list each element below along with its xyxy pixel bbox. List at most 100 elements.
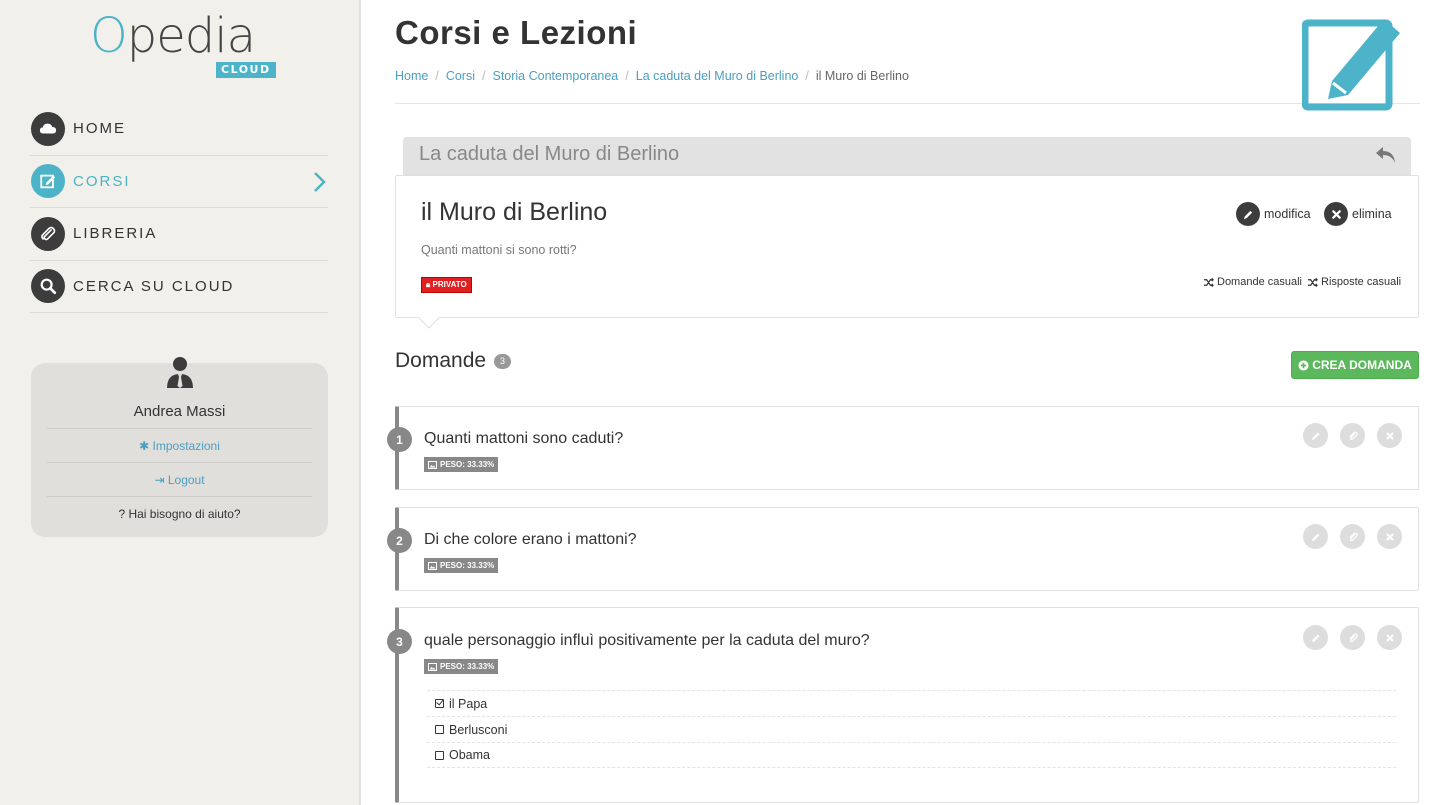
breadcrumb-separator: / [482, 69, 486, 83]
sidebar-item-label: HOME [73, 120, 126, 138]
checkbox-empty-icon [435, 725, 444, 734]
close-icon [1386, 432, 1393, 439]
sidebar-item-label: LIBRERIA [73, 225, 158, 243]
logout-link[interactable]: ⇥ Logout [47, 462, 312, 496]
weight-badge: PESO: 33.33% [424, 659, 499, 674]
image-icon [428, 662, 437, 671]
delete-question-button[interactable] [1377, 524, 1402, 549]
edit-icon [1302, 19, 1400, 111]
search-icon [31, 269, 65, 304]
question-card: 1 Quanti mattoni sono caduti? PESO: 33.3… [387, 406, 1419, 490]
delete-question-button[interactable] [1377, 423, 1402, 448]
user-name: Andrea Massi [133, 403, 226, 420]
checkbox-checked-icon [435, 699, 444, 708]
attach-question-button[interactable] [1340, 423, 1365, 448]
attach-question-button[interactable] [1340, 625, 1365, 650]
question-text: Di che colore erano i mattoni? [424, 531, 637, 548]
sidebar-item-cerca[interactable]: CERCA SU CLOUD [30, 261, 328, 313]
card-pointer [418, 317, 440, 329]
settings-link[interactable]: ✱ Impostazioni [47, 428, 312, 462]
questions-heading: Domande 3 [395, 349, 512, 373]
page-title: Corsi e Lezioni [395, 14, 638, 51]
paperclip-icon [1349, 430, 1358, 440]
weight-badge: PESO: 33.33% [424, 457, 499, 472]
breadcrumb-separator: / [805, 69, 809, 83]
question-number: 2 [387, 528, 412, 553]
paperclip-icon [1349, 531, 1358, 541]
lesson-parent-header: La caduta del Muro di Berlino [403, 137, 1411, 175]
header-divider [395, 103, 1420, 104]
question-actions [1303, 625, 1402, 650]
answer-item: Berlusconi [427, 716, 1396, 742]
pencil-icon [1311, 634, 1319, 642]
edit-question-button[interactable] [1303, 423, 1328, 448]
questions-count-badge: 3 [494, 353, 512, 369]
create-question-button[interactable]: CREA DOMANDA [1291, 351, 1419, 379]
breadcrumb-separator: / [435, 69, 439, 83]
question-text: quale personaggio influì positivamente p… [424, 632, 870, 649]
weight-badge: PESO: 33.33% [424, 558, 499, 573]
delete-question-button[interactable] [1377, 625, 1402, 650]
delete-lesson-button[interactable]: elimina [1324, 202, 1392, 226]
close-icon [1324, 202, 1348, 226]
paperclip-icon [1349, 632, 1358, 642]
question-actions [1303, 423, 1402, 448]
pencil-icon [1311, 533, 1319, 541]
edit-lesson-button[interactable]: modifica [1236, 202, 1311, 226]
random-questions-toggle[interactable]: Domande casuali [1203, 276, 1302, 288]
question-circle-icon: ? [118, 507, 126, 521]
opedia-logo[interactable]: Opedia CLOUD [90, 8, 276, 80]
breadcrumb-corsi[interactable]: Corsi [446, 69, 475, 83]
breadcrumb-unit[interactable]: La caduta del Muro di Berlino [636, 69, 799, 83]
reply-back-icon[interactable] [1375, 145, 1397, 165]
random-answers-toggle[interactable]: Risposte casuali [1307, 276, 1401, 288]
sidebar-item-label: CORSI [73, 172, 131, 190]
breadcrumb-home[interactable]: Home [395, 69, 428, 83]
pencil-icon [1311, 432, 1319, 440]
breadcrumb-course[interactable]: Storia Contemporanea [492, 69, 618, 83]
answer-item: il Papa [427, 690, 1396, 716]
logo-text: Opedia [90, 8, 256, 64]
gear-icon: ✱ [139, 439, 150, 453]
question-card: 2 Di che colore erano i mattoni? PESO: 3… [387, 507, 1419, 591]
edit-question-button[interactable] [1303, 625, 1328, 650]
question-actions [1303, 524, 1402, 549]
user-avatar-icon [167, 357, 193, 388]
question-text: Quanti mattoni sono caduti? [424, 430, 624, 447]
sidebar-item-corsi[interactable]: CORSI [30, 156, 328, 208]
logout-icon: ⇥ [154, 473, 165, 487]
lesson-title: il Muro di Berlino [421, 198, 608, 226]
sidebar-item-libreria[interactable]: LIBRERIA [30, 208, 328, 261]
shuffle-icon [1307, 277, 1318, 287]
chevron-right-icon [314, 171, 326, 192]
edit-question-button[interactable] [1303, 524, 1328, 549]
close-icon [1386, 634, 1393, 641]
paperclip-icon [31, 216, 65, 251]
privacy-badge: 🔒︎ PRIVATO [421, 277, 472, 293]
question-card: 3 quale personaggio influì positivamente… [387, 607, 1419, 803]
breadcrumb: Home / Corsi / Storia Contemporanea / La cadut… [395, 69, 909, 83]
shuffle-icon [1203, 277, 1214, 287]
plus-circle-icon [1298, 359, 1309, 371]
sidebar: Opedia CLOUD HOME CORSI LIBRERIA CERCA S… [0, 0, 361, 805]
question-number: 1 [387, 427, 412, 452]
question-number: 3 [387, 629, 412, 654]
user-panel: Andrea Massi ✱ Impostazioni ⇥ Logout ? H… [31, 357, 328, 537]
lock-icon: 🔒︎ [426, 280, 431, 289]
breadcrumb-separator: / [625, 69, 629, 83]
sidebar-item-label: CERCA SU CLOUD [73, 277, 235, 295]
answers-list: il Papa Berlusconi Obama [427, 690, 1396, 768]
lesson-description: Quanti mattoni si sono rotti? [421, 243, 577, 257]
lesson-parent-title: La caduta del Muro di Berlino [419, 143, 680, 165]
lesson-card: il Muro di Berlino Quanti mattoni si son… [395, 175, 1419, 318]
sidebar-item-home[interactable]: HOME [30, 103, 328, 156]
main-nav: HOME CORSI LIBRERIA CERCA SU CLOUD [30, 103, 328, 313]
breadcrumb-current: il Muro di Berlino [815, 69, 909, 83]
help-link[interactable]: ? Hai bisogno di aiuto? [47, 496, 312, 530]
pencil-icon [1236, 202, 1260, 226]
edit-icon [31, 164, 65, 199]
image-icon [428, 460, 437, 469]
close-icon [1386, 533, 1393, 540]
attach-question-button[interactable] [1340, 524, 1365, 549]
checkbox-empty-icon [435, 750, 444, 760]
